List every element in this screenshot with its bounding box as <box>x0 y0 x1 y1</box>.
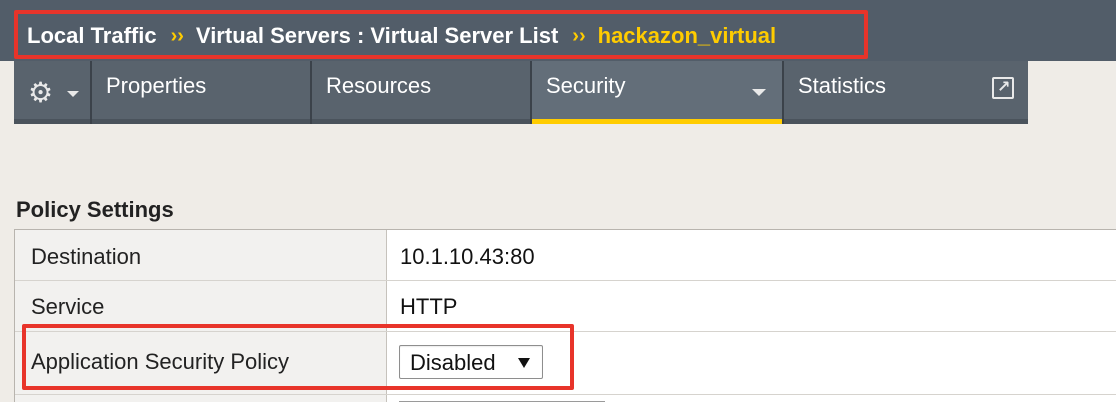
gear-icon: ⚙ <box>28 77 54 108</box>
active-tab-indicator <box>532 119 782 124</box>
application-security-policy-select[interactable]: Disabled <box>399 345 543 379</box>
external-link-icon[interactable] <box>992 77 1014 99</box>
service-value: HTTP <box>400 294 458 319</box>
tab-label: Statistics <box>798 73 887 98</box>
chevron-down-icon[interactable] <box>752 89 766 96</box>
tab-resources[interactable]: Resources <box>312 61 532 124</box>
tab-label: Properties <box>106 73 207 98</box>
dropdown-arrow-icon <box>518 358 530 368</box>
table-row-service: Service HTTP <box>15 281 1116 332</box>
tab-label: Security <box>546 73 626 98</box>
tab-bar: ⚙ Properties Resources Security Statisti… <box>14 61 1028 124</box>
destination-label: Destination <box>31 244 142 269</box>
breadcrumb-bar: Local Traffic ›› Virtual Servers : Virtu… <box>0 0 1116 61</box>
tab-gear-menu[interactable]: ⚙ <box>14 61 92 124</box>
chevron-down-icon <box>67 91 79 97</box>
tab-statistics[interactable]: Statistics <box>784 61 1028 124</box>
section-title: Policy Settings <box>16 197 174 222</box>
tab-label: Resources <box>326 73 432 98</box>
select-value: Disabled <box>410 350 496 375</box>
tab-properties[interactable]: Properties <box>92 61 312 124</box>
table-row-partial <box>15 395 1116 402</box>
table-row-destination: Destination 10.1.10.43:80 <box>15 230 1116 281</box>
destination-value: 10.1.10.43:80 <box>400 244 535 269</box>
application-security-policy-label: Application Security Policy <box>31 349 290 374</box>
table-row-application-security-policy: Application Security Policy Disabled <box>15 332 1116 395</box>
breadcrumb-highlight-box <box>14 10 868 59</box>
page: Local Traffic ›› Virtual Servers : Virtu… <box>0 0 1116 402</box>
policy-settings-table: Destination 10.1.10.43:80 Service HTTP A… <box>14 229 1116 402</box>
tab-security[interactable]: Security <box>532 61 784 124</box>
service-label: Service <box>31 294 105 319</box>
